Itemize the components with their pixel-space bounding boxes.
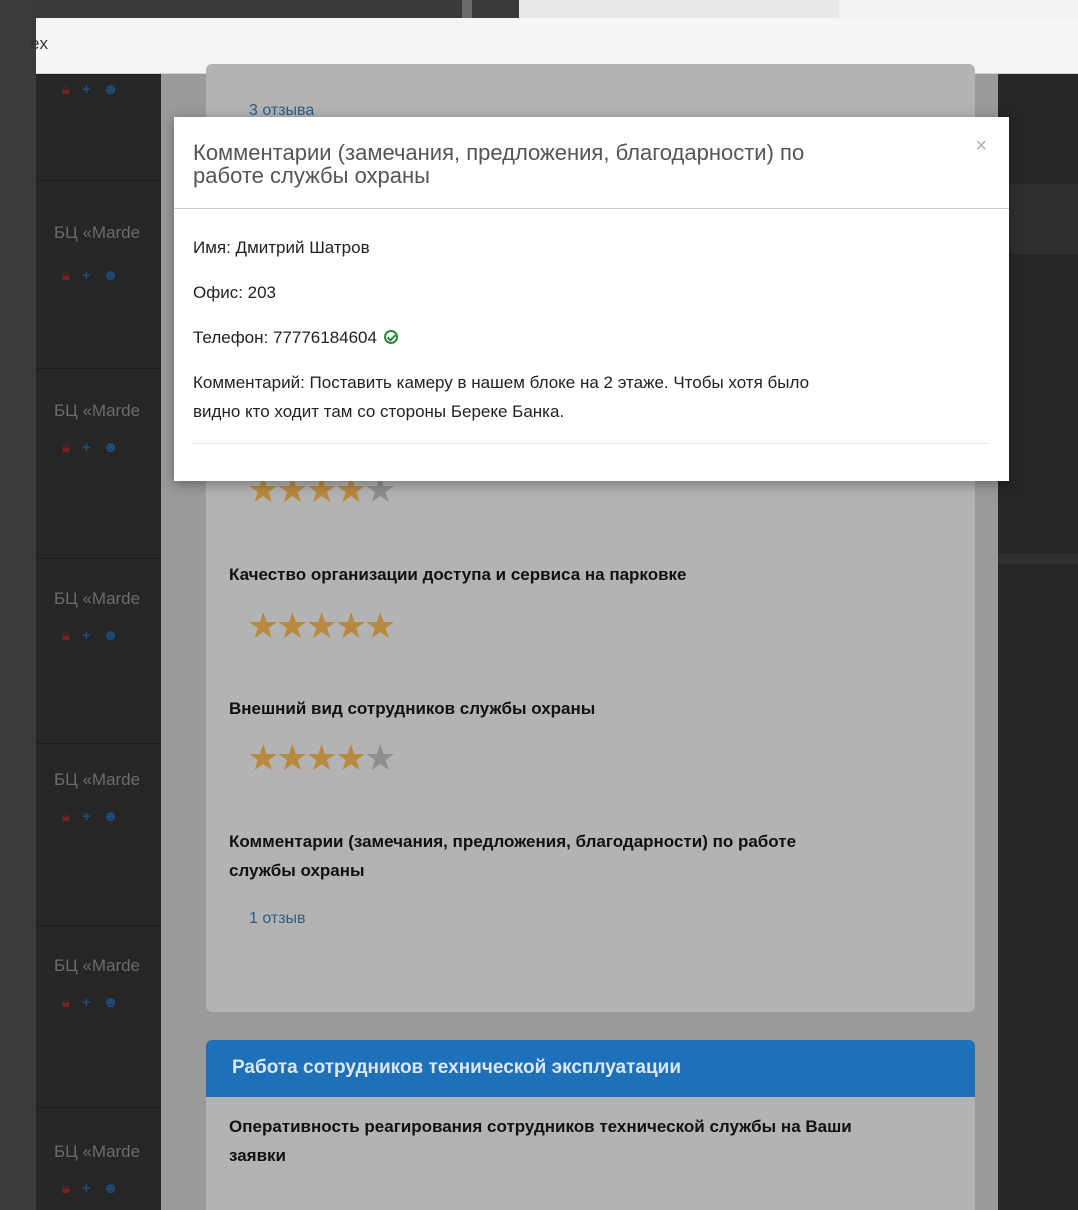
- users-icon[interactable]: ☻: [103, 627, 119, 644]
- users-icon[interactable]: ☻: [103, 994, 119, 1011]
- plus-icon[interactable]: +: [82, 994, 91, 1011]
- list-item-name: БЦ «Marde: [54, 589, 141, 608]
- list-item[interactable]: БЦ «Marde 🔒︎ + ☻: [36, 743, 161, 925]
- plus-icon[interactable]: +: [82, 267, 91, 284]
- window-top-strip: [0, 0, 1078, 18]
- lock-icon[interactable]: 🔒︎: [62, 267, 70, 284]
- question-title-line: службы охраны: [229, 861, 365, 880]
- list-item[interactable]: БЦ «Marde 🔒︎ + ☻: [36, 925, 161, 1107]
- lock-icon[interactable]: 🔒︎: [62, 994, 70, 1011]
- list-item[interactable]: БЦ «Marde 🔒︎ + ☻: [36, 368, 161, 558]
- question-title: Качество организации доступа и сервиса н…: [229, 565, 687, 584]
- plus-icon[interactable]: +: [82, 81, 91, 98]
- list-item-name: БЦ «Marde: [54, 956, 141, 975]
- commenter-office: Офис: 203: [193, 283, 277, 302]
- question-title-line: заявки: [229, 1146, 287, 1165]
- list-item-name: БЦ «Marde: [54, 1142, 141, 1161]
- window-tab-handle: [462, 0, 472, 18]
- comment-line: видно кто ходит там со стороны Береке Ба…: [193, 402, 565, 421]
- background-building-list: 🔒︎ + ☻ БЦ «Marde 🔒︎ + ☻ БЦ «Marde 🔒︎ + ☻ БЦ «M…: [36, 74, 161, 1210]
- check-circle-icon: [383, 330, 398, 344]
- lock-icon[interactable]: 🔒︎: [62, 81, 70, 98]
- section-header-title: Работа сотрудников технической эксплуата…: [232, 1057, 681, 1078]
- list-item[interactable]: 🔒︎ + ☻: [36, 74, 161, 180]
- section-header: Работа сотрудников технической эксплуата…: [206, 1040, 975, 1097]
- users-icon[interactable]: ☻: [103, 81, 119, 98]
- list-item[interactable]: БЦ «Marde 🔒︎ + ☻: [36, 1107, 161, 1210]
- address-text: ex: [30, 34, 48, 53]
- list-item-name: БЦ «Marde: [54, 223, 141, 242]
- users-icon[interactable]: ☻: [103, 1180, 119, 1197]
- window-tab[interactable]: [839, 0, 1078, 18]
- plus-icon[interactable]: +: [82, 439, 91, 456]
- lock-icon[interactable]: 🔒︎: [62, 627, 70, 644]
- question-title-line: Комментарии (замечания, предложения, бла…: [229, 832, 797, 851]
- users-icon[interactable]: ☻: [103, 808, 119, 825]
- lock-icon[interactable]: 🔒︎: [62, 1180, 70, 1197]
- rating-stars: ★★★★★: [247, 605, 396, 646]
- window-tab[interactable]: [519, 0, 839, 18]
- commenter-name: Имя: Дмитрий Шатров: [193, 238, 370, 257]
- comment-modal: Комментарии (замечания, предложения, бла…: [174, 117, 1009, 481]
- question-title: Внешний вид сотрудников службы охраны: [229, 699, 596, 718]
- modal-title: Комментарии (замечания, предложения, бла…: [193, 141, 953, 187]
- background-strip: [998, 554, 1078, 564]
- plus-icon[interactable]: +: [82, 627, 91, 644]
- users-icon[interactable]: ☻: [103, 439, 119, 456]
- list-item-name: БЦ «Marde: [54, 770, 141, 789]
- users-icon[interactable]: ☻: [103, 267, 119, 284]
- reviews-link[interactable]: 1 отзыв: [249, 910, 306, 928]
- plus-icon[interactable]: +: [82, 808, 91, 825]
- question-title: Оперативность реагирования сотрудников т…: [229, 1112, 852, 1170]
- comment-line: Комментарий: Поставить камеру в нашем бл…: [193, 373, 810, 392]
- modal-header: Комментарии (замечания, предложения, бла…: [174, 117, 1009, 209]
- survey-card-technical: Работа сотрудников технической эксплуата…: [206, 1040, 975, 1210]
- rating-stars: ★★★★★: [247, 737, 396, 778]
- lock-icon[interactable]: 🔒︎: [62, 439, 70, 456]
- question-title-line: Оперативность реагирования сотрудников т…: [229, 1117, 852, 1136]
- plus-icon[interactable]: +: [82, 1180, 91, 1197]
- modal-title-line: работе службы охраны: [193, 163, 430, 188]
- close-icon[interactable]: ×: [975, 135, 987, 158]
- window-left-edge: [0, 0, 36, 1210]
- list-item-name: БЦ «Marde: [54, 401, 141, 420]
- list-item[interactable]: БЦ «Marde 🔒︎ + ☻: [36, 180, 161, 368]
- commenter-phone-row: Телефон: 77776184604: [193, 323, 398, 352]
- commenter-phone: Телефон: 77776184604: [193, 328, 377, 347]
- modal-divider: [193, 443, 989, 444]
- background-right-area: [998, 74, 1078, 1210]
- modal-title-line: Комментарии (замечания, предложения, бла…: [193, 140, 805, 165]
- comment-text: Комментарий: Поставить камеру в нашем бл…: [193, 368, 983, 426]
- lock-icon[interactable]: 🔒︎: [62, 808, 70, 825]
- background-strip: [998, 184, 1078, 254]
- question-title: Комментарии (замечания, предложения, бла…: [229, 827, 796, 885]
- list-item[interactable]: БЦ «Marde 🔒︎ + ☻: [36, 558, 161, 743]
